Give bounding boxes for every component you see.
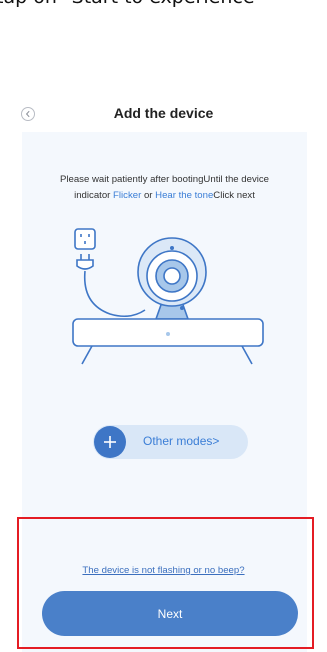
hear-tone-link: Hear the tone	[155, 190, 214, 201]
other-modes-label: Other modes>	[143, 434, 220, 448]
plus-glyph	[104, 436, 116, 448]
device-help-link[interactable]: The device is not flashing or no beep?	[0, 565, 327, 576]
instruction-prefix: indicator	[74, 190, 114, 201]
device-illustration	[72, 228, 264, 365]
flicker-link: Flicker	[113, 190, 142, 201]
instruction-suffix: Click next	[213, 190, 255, 201]
power-plug-icon	[76, 254, 146, 318]
instructions: Please wait patiently after bootingUntil…	[22, 172, 307, 204]
camera-icon	[137, 237, 207, 320]
instruction-or: or	[141, 190, 156, 201]
tv-stand-icon	[72, 318, 264, 365]
header: Add the device	[0, 104, 327, 128]
other-modes-button[interactable]: Other modes>	[93, 425, 248, 459]
caption-text: tap on "Start to experience	[0, 0, 327, 26]
instruction-line-2: indicator Flicker or Hear the toneClick …	[22, 188, 307, 204]
plus-icon	[94, 426, 126, 458]
power-socket-icon	[74, 228, 96, 250]
instruction-line-1: Please wait patiently after bootingUntil…	[59, 174, 270, 185]
next-button[interactable]: Next	[42, 591, 298, 636]
page-title: Add the device	[113, 105, 214, 121]
